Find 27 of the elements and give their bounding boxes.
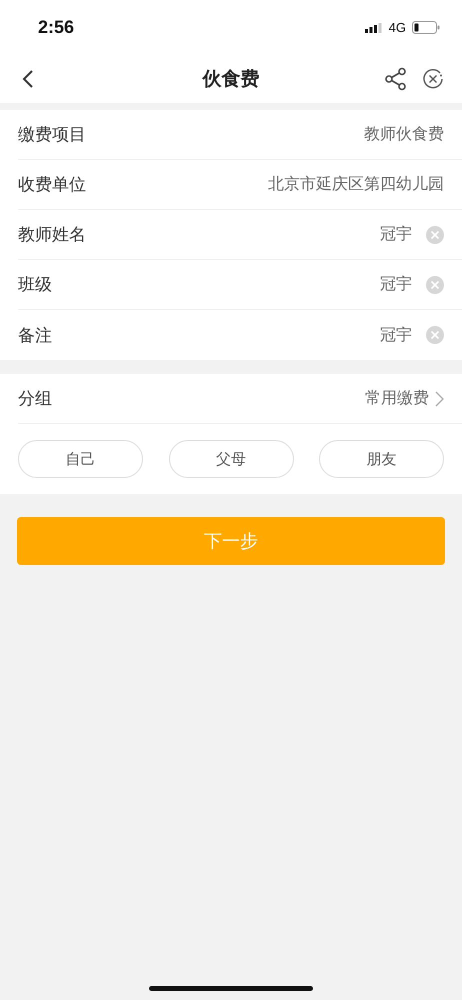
- chevron-right-icon[interactable]: [435, 390, 444, 406]
- field-label: 收费单位: [18, 174, 86, 196]
- group-option[interactable]: 父母: [168, 440, 294, 478]
- field-label: 教师姓名: [18, 224, 86, 246]
- page-title: 伙食费: [202, 67, 260, 92]
- group-option[interactable]: 自己: [18, 440, 143, 478]
- share-icon[interactable]: [384, 67, 408, 91]
- clear-icon[interactable]: [426, 226, 444, 244]
- close-icon[interactable]: [422, 68, 444, 90]
- field-label: 班级: [18, 274, 52, 296]
- field-label: 缴费项目: [18, 124, 86, 146]
- field-label: 备注: [18, 324, 52, 346]
- status-time: 2:56: [38, 17, 74, 38]
- group-value[interactable]: 常用缴费: [365, 388, 429, 409]
- back-icon[interactable]: [22, 69, 34, 89]
- network-label: 4G: [388, 20, 406, 35]
- group-option[interactable]: 朋友: [319, 440, 444, 478]
- field-value[interactable]: 冠宇: [380, 324, 412, 346]
- field-value: 教师伙食费: [364, 124, 444, 145]
- signal-icon: [364, 22, 383, 32]
- clear-icon[interactable]: [426, 276, 444, 294]
- field-value[interactable]: 冠宇: [380, 224, 412, 245]
- field-value[interactable]: 冠宇: [380, 274, 412, 295]
- clear-icon[interactable]: [426, 326, 444, 344]
- group-label: 分组: [18, 388, 52, 410]
- battery-icon: [412, 21, 440, 34]
- field-value: 北京市延庆区第四幼儿园: [268, 174, 444, 195]
